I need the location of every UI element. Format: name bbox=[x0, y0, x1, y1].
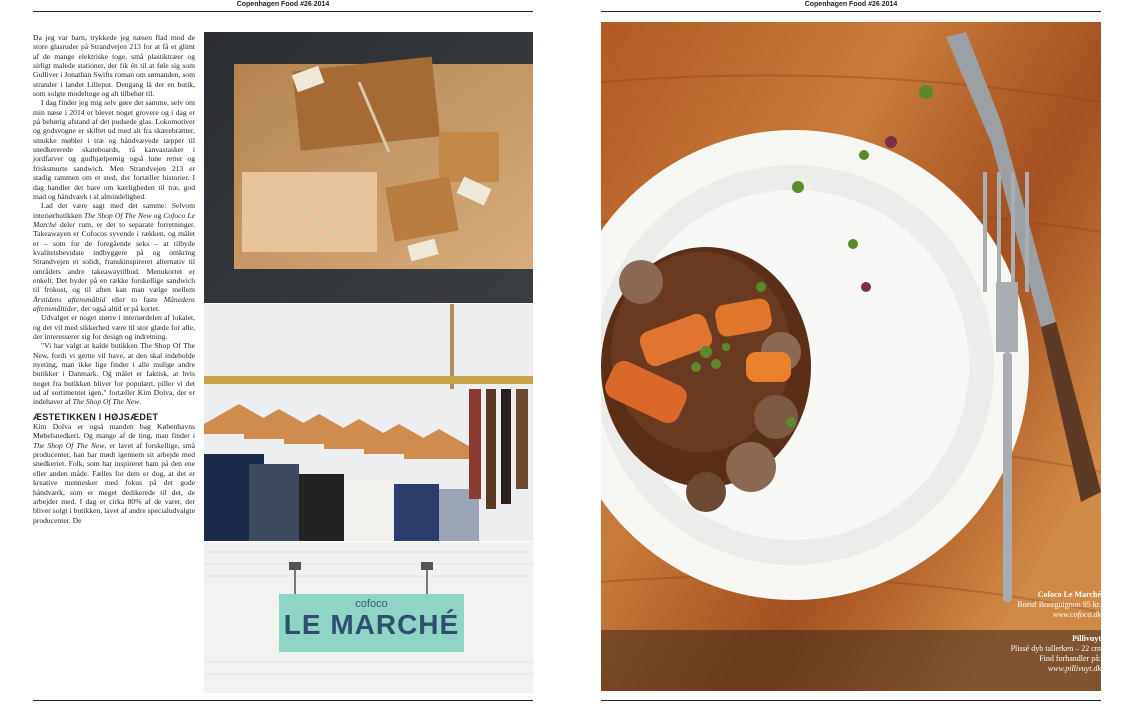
caption-dish-title: Cofoco Le Marché bbox=[1037, 590, 1101, 599]
clothing-rack-photo bbox=[204, 304, 533, 541]
paragraph-3: Lad det være sagt med det samme: Selvom … bbox=[33, 201, 195, 313]
footer-rule-left bbox=[33, 700, 533, 701]
caption-dish: Cofoco Le Marché Boeuf Bourguignon 95 kr… bbox=[1017, 590, 1101, 620]
caption-plate: Pillivuyt Plissé dyb tallerken – 22 cm F… bbox=[1011, 634, 1101, 674]
shop-sign: cofoco LE MARCHÉ bbox=[279, 594, 464, 652]
caption-plate-title: Pillivuyt bbox=[1072, 634, 1101, 643]
header-rule-right bbox=[601, 11, 1101, 12]
paragraph-4: Udvalget er noget større i interiørdelen… bbox=[33, 313, 195, 341]
caption-plate-find: Find forhandler på: bbox=[1039, 654, 1101, 663]
sign-title: LE MARCHÉ bbox=[283, 609, 460, 640]
article-column: Da jeg var barn, trykkede jeg næsen flad… bbox=[33, 33, 195, 525]
caption-dish-url[interactable]: www.cofoco.dk bbox=[1017, 610, 1101, 620]
caption-plate-url[interactable]: www.pillivuyt.dk bbox=[1011, 664, 1101, 674]
footer-rule-right bbox=[601, 700, 1101, 701]
paragraph-6: Kim Dolva er også manden bag Københavns … bbox=[33, 422, 195, 525]
caption-plate-line: Plissé dyb tallerken – 22 cm bbox=[1010, 644, 1101, 653]
header-rule-left bbox=[33, 11, 533, 12]
paragraph-5: "Vi har valgt at kalde butikken The Shop… bbox=[33, 341, 195, 407]
cutting-boards-photo bbox=[204, 32, 533, 303]
le-marche-sign-photo: cofoco LE MARCHÉ bbox=[204, 542, 533, 693]
caption-dish-line: Boeuf Bourguignon 95 kr. bbox=[1017, 600, 1101, 609]
paragraph-2: I dag finder jeg mig selv gøre det samme… bbox=[33, 98, 195, 201]
paragraph-1: Da jeg var barn, trykkede jeg næsen flad… bbox=[33, 33, 195, 99]
section-heading: ÆSTETIKKEN I HØJSÆDET bbox=[33, 411, 159, 422]
